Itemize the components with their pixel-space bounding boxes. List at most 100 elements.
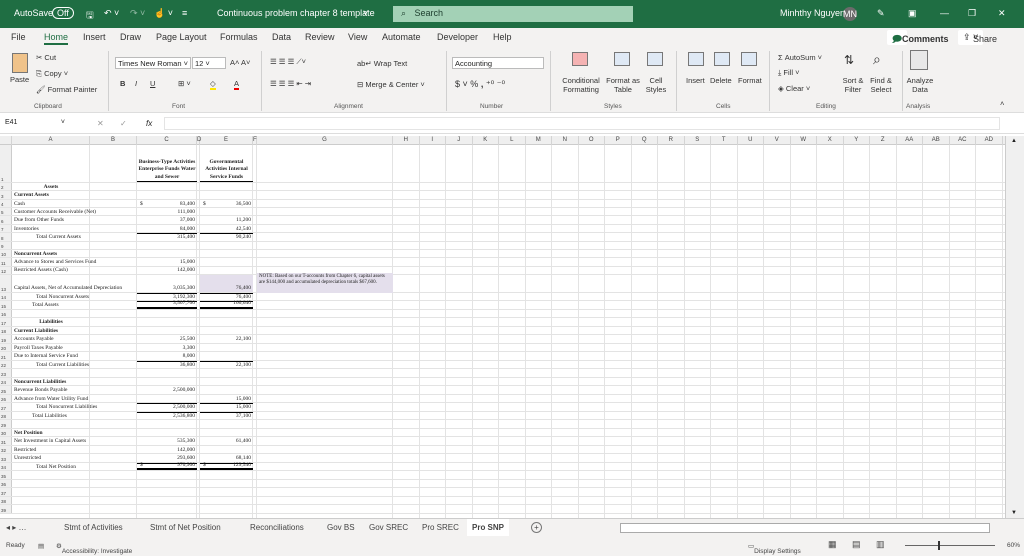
amount-cell[interactable]: 2,500,000 (137, 386, 197, 394)
row-header[interactable]: 1 (0, 145, 12, 182)
ribbon-display-icon[interactable]: ▣ (908, 8, 917, 19)
format-as-table-button[interactable]: Format as Table (606, 76, 640, 94)
autosum-button[interactable]: Σ AutoSum ˅ (778, 53, 822, 62)
amount-cell[interactable]: 2,536,800 (137, 411, 197, 420)
sheet-tab[interactable]: Stmt of Net Position (150, 523, 221, 532)
label-cell[interactable]: Customer Accounts Receivable (Net) (12, 208, 96, 215)
collapse-ribbon-icon[interactable]: ˄ (1000, 99, 1004, 108)
row-header[interactable]: 8 (0, 233, 12, 241)
amount-cell[interactable]: 36,500 $ (200, 200, 253, 207)
delete-cells-icon[interactable] (714, 52, 730, 66)
fill-color-icon[interactable]: ◇ (210, 79, 216, 90)
minimize-icon[interactable]: — (940, 8, 949, 18)
label-cell[interactable]: Assets (12, 183, 90, 190)
tab-prev-icon[interactable]: ◂ ▸ … (6, 523, 26, 532)
align-left-icon[interactable]: ☰ ☰ ☰ ⇤ ⇥ (270, 79, 311, 88)
amount-cell[interactable]: 22,100 (200, 360, 253, 369)
tab-insert[interactable]: Insert (83, 32, 106, 42)
amount-cell[interactable]: 142,000 (137, 446, 197, 454)
increase-font-icon[interactable]: A˄ A˅ (230, 58, 250, 67)
amount-cell[interactable]: 970,900 $ (137, 462, 197, 471)
label-cell[interactable]: Total Net Position (12, 463, 90, 471)
format-as-table-icon[interactable] (614, 52, 630, 66)
column-header[interactable]: J (446, 136, 473, 145)
wrap-text-button[interactable]: ab↵ Wrap Text (357, 59, 407, 68)
label-cell[interactable]: Advance to Stores and Services Fund (12, 258, 96, 265)
amount-cell[interactable]: 15,000 (137, 258, 197, 265)
label-cell[interactable]: Accounts Payable (12, 335, 90, 343)
amount-cell[interactable]: 315,400 (137, 233, 197, 240)
column-header[interactable]: AB (923, 136, 950, 145)
column-header[interactable]: M (526, 136, 552, 145)
row-header[interactable]: 30 (0, 428, 12, 437)
insert-cells-icon[interactable] (688, 52, 704, 66)
column-header[interactable]: U (738, 136, 764, 145)
format-cells-button[interactable]: Format (738, 76, 762, 85)
amount-cell[interactable]: 37,100 (200, 411, 253, 420)
zoom-level[interactable]: 60% (1007, 542, 1020, 549)
sort-filter-button[interactable]: Sort & Filter (838, 76, 868, 94)
column-header[interactable]: H (393, 136, 420, 145)
undo-icon[interactable]: ↶ ˅ (104, 8, 119, 19)
amount-cell[interactable]: 142,000 (137, 267, 197, 274)
label-cell[interactable]: Inventories (12, 225, 90, 232)
comments-button[interactable]: 🗩 Comments (887, 30, 949, 45)
amount-cell[interactable]: 36,800 (137, 360, 197, 369)
label-cell[interactable]: Total Noncurrent Liabilities (12, 403, 97, 411)
column-header[interactable]: N (552, 136, 579, 145)
amount-cell[interactable]: 15,000 (200, 403, 253, 411)
cancel-icon[interactable]: ✕ (97, 119, 104, 128)
conditional-formatting-button[interactable]: Conditional Formatting (558, 76, 604, 94)
amount-cell[interactable]: 3,192,300 (137, 292, 197, 301)
row-header[interactable]: 15 (0, 301, 12, 309)
row-header[interactable]: 26 (0, 394, 12, 403)
row-header[interactable]: 7 (0, 224, 12, 233)
save-icon[interactable]: 🖫 (86, 8, 94, 24)
name-box[interactable]: E41 ˅ (3, 118, 69, 130)
amount-cell[interactable]: 76,400 (200, 274, 253, 292)
column-header[interactable]: B (90, 136, 137, 145)
formula-input[interactable] (164, 117, 1000, 130)
worksheet-grid[interactable]: 1 Business-Type Activities Enterprise Fun… (0, 145, 1005, 518)
enter-icon[interactable]: ✓ (120, 119, 127, 128)
format-cells-icon[interactable] (741, 52, 757, 66)
label-cell[interactable]: Total Current Assets (12, 233, 90, 240)
column-header[interactable]: A (12, 136, 90, 145)
fill-button[interactable]: ⤓ Fill ˅ (778, 68, 799, 78)
tab-automate[interactable]: Automate (382, 32, 421, 42)
find-select-button[interactable]: Find & Select (866, 76, 896, 94)
redo-icon[interactable]: ↷ ˅ (130, 8, 145, 19)
amount-cell[interactable]: 8,000 (137, 352, 197, 360)
row-header[interactable]: 5 (0, 208, 12, 216)
amount-cell[interactable]: 15,000 (200, 395, 253, 403)
row-header[interactable]: 6 (0, 216, 12, 224)
sheet-tab[interactable]: Reconciliations (250, 523, 304, 532)
column-header[interactable]: AA (897, 136, 923, 145)
label-cell[interactable]: Total Current Liabilities (12, 361, 90, 369)
amount-cell[interactable]: 76,400 (200, 292, 253, 301)
display-settings-button[interactable]: ▭ Display Settings (748, 542, 801, 555)
sheet-tab[interactable]: Gov BS (327, 523, 355, 532)
insert-function-button[interactable]: fx (146, 119, 152, 128)
row-header[interactable]: 2 (0, 183, 12, 191)
label-cell[interactable]: Restricted Assets (Cash) (12, 267, 90, 274)
row-header[interactable]: 19 (0, 335, 12, 343)
row-header[interactable]: 14 (0, 292, 12, 301)
row-header[interactable]: 28 (0, 411, 12, 420)
tab-developer[interactable]: Developer (437, 32, 478, 42)
borders-icon[interactable]: ⊞ ˅ (178, 79, 191, 88)
amount-cell[interactable]: 90,240 (200, 233, 253, 240)
row-header[interactable]: 18 (0, 326, 12, 335)
touch-mode-icon[interactable]: ☝ ˅ (154, 8, 173, 19)
share-button[interactable]: ⇪ Share ˅ (958, 30, 997, 45)
align-top-icon[interactable]: ☰ ☰ ☰ ⟋˅ (270, 57, 306, 67)
label-cell[interactable]: Total Assets (12, 301, 90, 309)
clear-button[interactable]: ◈ Clear ˅ (778, 84, 810, 93)
tab-file[interactable]: File (11, 32, 26, 42)
select-all-button[interactable] (0, 136, 12, 145)
row-header[interactable]: 20 (0, 343, 12, 352)
column-header[interactable]: E (200, 136, 253, 145)
amount-cell[interactable]: 68,140 (200, 454, 253, 462)
amount-cell[interactable]: 129,540 $ (200, 462, 253, 471)
font-color-icon[interactable]: A (234, 79, 240, 90)
